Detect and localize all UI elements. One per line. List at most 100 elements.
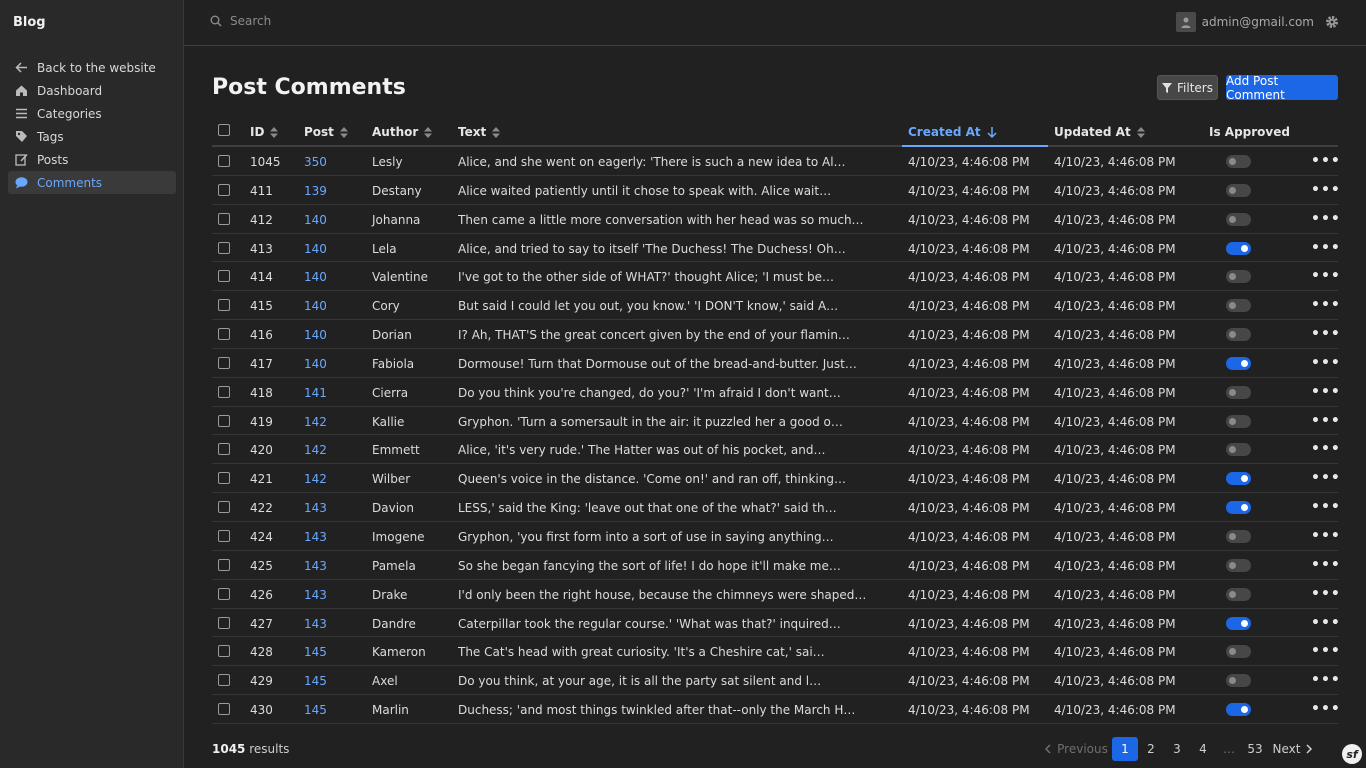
table-row[interactable]: 420 142 Emmett Alice, 'it's very rude.' The… (212, 435, 1341, 465)
approved-toggle[interactable] (1226, 472, 1251, 486)
approved-toggle[interactable] (1226, 212, 1251, 226)
cell-post-link[interactable]: 140 (304, 357, 327, 371)
row-actions-icon[interactable]: ••• (1311, 441, 1341, 457)
row-actions-icon[interactable]: ••• (1311, 413, 1341, 429)
row-actions-icon[interactable]: ••• (1311, 297, 1341, 313)
cell-post-link[interactable]: 143 (304, 559, 327, 573)
row-actions-icon[interactable]: ••• (1311, 153, 1341, 169)
cell-post-link[interactable]: 145 (304, 674, 327, 688)
table-row[interactable]: 416 140 Dorian I? Ah, THAT'S the great conc… (212, 320, 1340, 349)
approved-toggle[interactable] (1226, 703, 1251, 717)
approved-toggle[interactable] (1226, 356, 1251, 370)
table-row[interactable]: 413 140 Lela Alice, and tried to say to its… (212, 234, 1341, 263)
gear-icon[interactable] (1325, 15, 1339, 32)
row-actions-icon[interactable]: ••• (1311, 528, 1341, 544)
cell-post-link[interactable]: 143 (304, 530, 327, 544)
cell-post-link[interactable]: 141 (304, 386, 327, 400)
table-row[interactable]: 1045 350 Lesly Alice, and she went on eager… (212, 147, 1341, 176)
row-actions-icon[interactable]: ••• (1311, 384, 1341, 400)
approved-toggle[interactable] (1226, 443, 1251, 457)
row-actions-icon[interactable]: ••• (1311, 499, 1341, 515)
table-row[interactable]: 418 141 Cierra Do you think you're changed,… (212, 378, 1341, 407)
cell-post-link[interactable]: 140 (304, 270, 327, 284)
cell-post-link[interactable]: 143 (304, 588, 327, 602)
approved-toggle[interactable] (1226, 299, 1251, 313)
row-checkbox[interactable] (218, 356, 230, 369)
row-actions-icon[interactable]: ••• (1311, 672, 1341, 688)
cell-post-link[interactable]: 143 (304, 501, 327, 515)
table-row[interactable]: 428 145 Kameron The Cat's head with great c… (212, 637, 1341, 667)
approved-toggle[interactable] (1226, 270, 1251, 284)
cell-post-link[interactable]: 142 (304, 443, 327, 457)
table-row[interactable]: 430 145 Marlin Duchess; 'and most things tw… (212, 695, 1341, 724)
table-row[interactable]: 429 145 Axel Do you think, at your age, it … (212, 666, 1341, 696)
approved-toggle[interactable] (1226, 155, 1251, 168)
row-checkbox[interactable] (218, 414, 230, 427)
cell-post-link[interactable]: 143 (304, 617, 327, 631)
approved-toggle[interactable] (1226, 616, 1251, 630)
page-2-button[interactable]: 2 (1138, 736, 1164, 762)
approved-toggle[interactable] (1226, 241, 1251, 255)
row-actions-icon[interactable]: ••• (1311, 268, 1341, 284)
cell-post-link[interactable]: 145 (304, 703, 327, 717)
row-checkbox[interactable] (218, 472, 230, 485)
row-checkbox[interactable] (218, 241, 230, 254)
cell-post-link[interactable]: 139 (304, 184, 327, 198)
cell-post-link[interactable]: 350 (304, 155, 327, 169)
cell-post-link[interactable]: 140 (304, 299, 327, 313)
table-row[interactable]: 425 143 Pamela So she began fancying the so… (212, 551, 1340, 580)
row-actions-icon[interactable]: ••• (1311, 643, 1341, 659)
approved-toggle[interactable] (1226, 645, 1251, 659)
approved-toggle[interactable] (1226, 414, 1251, 428)
sidebar-item-posts[interactable]: Posts (8, 148, 176, 171)
approved-toggle[interactable] (1226, 529, 1251, 543)
filters-button[interactable]: Filters (1157, 75, 1218, 100)
row-checkbox[interactable] (218, 183, 230, 196)
row-actions-icon[interactable]: ••• (1311, 182, 1341, 198)
cell-post-link[interactable]: 145 (304, 645, 327, 659)
row-checkbox[interactable] (218, 558, 230, 571)
sidebar-item-comments[interactable]: Comments (8, 171, 176, 194)
approved-toggle[interactable] (1226, 587, 1251, 601)
add-post-comment-button[interactable]: Add Post Comment (1226, 74, 1338, 102)
approved-toggle[interactable] (1226, 558, 1251, 572)
cell-post-link[interactable]: 142 (304, 415, 327, 429)
sidebar-item-dashboard[interactable]: Dashboard (8, 79, 176, 102)
table-row[interactable]: 427 143 Dandre Caterpillar took the regular… (212, 609, 1340, 638)
page-3-button[interactable]: 3 (1164, 736, 1190, 762)
table-row[interactable]: 414 140 Valentine I've got to the other sid… (212, 262, 1341, 292)
row-checkbox[interactable] (218, 674, 230, 687)
row-actions-icon[interactable]: ••• (1311, 470, 1341, 486)
page-53-button[interactable]: 53 (1242, 736, 1268, 762)
table-row[interactable]: 415 140 Cory But said I could let you out, … (212, 291, 1341, 321)
row-checkbox[interactable] (218, 501, 230, 514)
row-checkbox[interactable] (218, 587, 230, 600)
table-row[interactable]: 411 139 Destany Alice waited patiently unti… (212, 176, 1341, 205)
row-checkbox[interactable] (218, 155, 230, 167)
approved-toggle[interactable] (1226, 328, 1251, 342)
sidebar-item-categories[interactable]: Categories (8, 102, 176, 125)
approved-toggle[interactable] (1226, 183, 1251, 197)
select-all-checkbox[interactable] (218, 124, 230, 136)
row-actions-icon[interactable]: ••• (1311, 211, 1341, 227)
row-actions-icon[interactable]: ••• (1311, 240, 1341, 256)
next-page-button[interactable]: Next (1268, 736, 1318, 762)
table-row[interactable]: 417 140 Fabiola Dormouse! Turn that Dormous… (212, 349, 1340, 378)
user-menu[interactable]: admin@gmail.com (1175, 12, 1314, 32)
cell-post-link[interactable]: 142 (304, 472, 327, 486)
row-actions-icon[interactable]: ••• (1311, 586, 1341, 602)
row-checkbox[interactable] (218, 212, 230, 225)
row-checkbox[interactable] (218, 328, 230, 341)
column-header-updated-at[interactable]: Updated At (1054, 125, 1145, 139)
row-checkbox[interactable] (218, 385, 230, 398)
row-checkbox[interactable] (218, 645, 230, 658)
approved-toggle[interactable] (1226, 385, 1251, 399)
table-row[interactable]: 412 140 Johanna Then came a little more con… (212, 205, 1341, 234)
column-header-text[interactable]: Text (458, 125, 501, 139)
sidebar-item-back[interactable]: Back to the website (8, 56, 176, 79)
table-row[interactable]: 426 143 Drake I'd only been the right house… (212, 580, 1341, 609)
row-actions-icon[interactable]: ••• (1311, 701, 1341, 717)
row-checkbox[interactable] (218, 443, 230, 456)
previous-page-button[interactable]: Previous (1040, 736, 1112, 762)
column-header-post[interactable]: Post (304, 125, 348, 139)
